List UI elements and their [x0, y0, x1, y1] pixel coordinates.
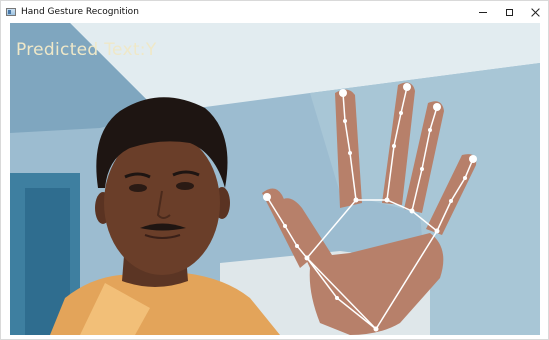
landmark-point — [409, 208, 415, 214]
window-controls — [470, 1, 548, 23]
camera-scene — [10, 23, 540, 335]
landmark-point — [434, 228, 440, 234]
window-title: Hand Gesture Recognition — [21, 7, 139, 17]
landmark-middle-tip — [403, 83, 411, 91]
landmark-point — [449, 199, 453, 203]
close-button[interactable] — [522, 1, 548, 23]
minimize-button[interactable] — [470, 1, 496, 23]
landmark-point — [420, 167, 424, 171]
landmark-point — [283, 224, 287, 228]
landmark-index-tip — [339, 89, 347, 97]
right-eye — [176, 182, 194, 190]
landmark-point — [343, 119, 347, 123]
landmark-point — [295, 244, 299, 248]
landmark-point — [353, 197, 359, 203]
landmark-point — [384, 197, 390, 203]
landmark-point — [463, 176, 467, 180]
left-eye — [129, 184, 147, 192]
app-window: Hand Gesture Recognition Predicted Text:… — [0, 0, 549, 340]
landmark-point — [399, 111, 403, 115]
close-icon — [531, 8, 540, 17]
landmark-wrist — [373, 326, 379, 332]
title-bar[interactable]: Hand Gesture Recognition — [1, 1, 548, 23]
landmark-point — [392, 144, 396, 148]
landmark-thumb-tip — [263, 193, 271, 201]
landmark-point — [348, 151, 352, 155]
maximize-button[interactable] — [496, 1, 522, 23]
app-window-icon — [6, 8, 16, 16]
maximize-icon — [505, 8, 513, 16]
minimize-icon — [479, 11, 487, 13]
landmark-point — [335, 296, 339, 300]
landmark-point — [428, 128, 432, 132]
camera-feed: Predicted Text:Y — [10, 23, 540, 335]
landmark-point — [304, 255, 310, 261]
landmark-ring-tip — [433, 103, 441, 111]
predicted-text-label: Predicted Text:Y — [16, 40, 157, 60]
landmark-pinky-tip — [469, 155, 477, 163]
